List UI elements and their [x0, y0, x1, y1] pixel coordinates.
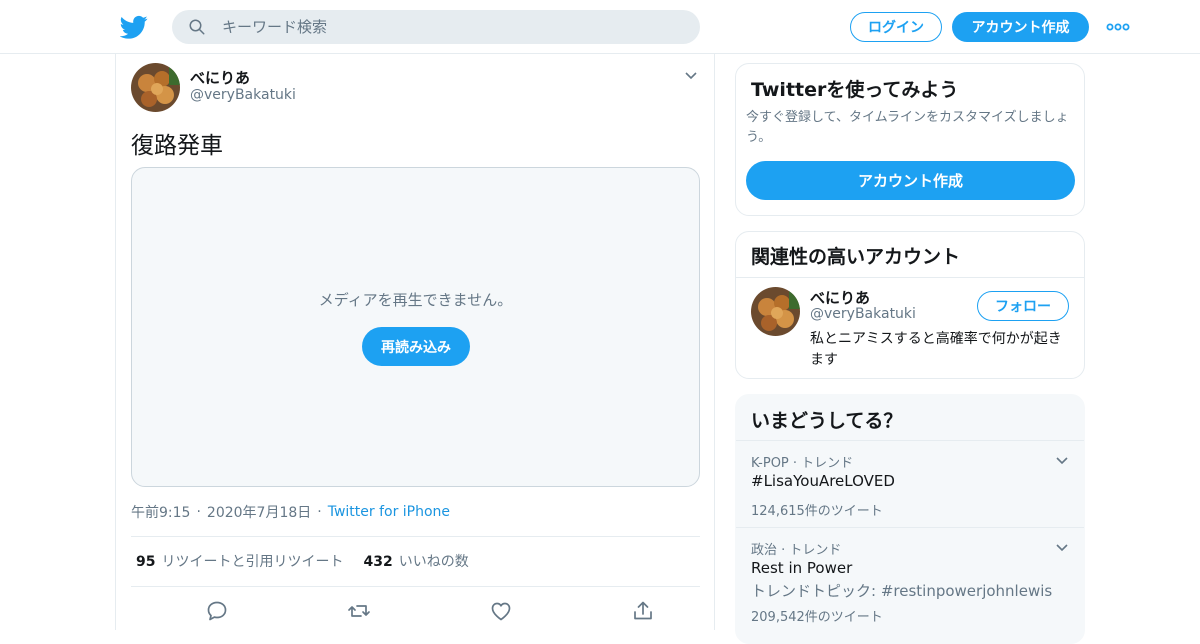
- media-player: メディアを再生できません。 再読み込み: [131, 167, 700, 487]
- author-handle[interactable]: @veryBakatuki: [190, 87, 296, 103]
- author-name[interactable]: べにりあ: [190, 67, 250, 88]
- chevron-down-icon[interactable]: [1054, 540, 1070, 556]
- create-account-button[interactable]: アカウント作成: [746, 161, 1075, 200]
- media-error-message: メディアを再生できません。: [318, 291, 513, 309]
- trend-item[interactable]: 政治 · トレンド Rest in Power トレンドトピック: #resti…: [736, 527, 1084, 643]
- reload-button[interactable]: 再読み込み: [362, 327, 470, 366]
- tweet-time[interactable]: 午前9:15: [131, 502, 190, 522]
- share-icon[interactable]: [631, 599, 655, 623]
- chevron-down-icon[interactable]: [683, 68, 699, 84]
- search-input[interactable]: [222, 10, 682, 44]
- tweet-source-link[interactable]: Twitter for iPhone: [328, 504, 450, 520]
- tweet-detail-column: べにりあ @veryBakatuki 復路発車 メディアを再生できません。 再読…: [115, 54, 715, 630]
- follow-button[interactable]: フォロー: [977, 291, 1069, 321]
- trend-tweet-count: 209,542件のツイート: [751, 610, 883, 625]
- divider: [736, 277, 1084, 278]
- like-count: 432: [363, 554, 393, 570]
- avatar[interactable]: [131, 63, 180, 112]
- signup-card-title: Twitterを使ってみよう: [751, 79, 959, 101]
- signup-button[interactable]: アカウント作成: [952, 12, 1089, 42]
- trend-item[interactable]: K-POP · トレンド #LisaYouAreLOVED 124,615件のツ…: [736, 440, 1084, 527]
- trend-context: K-POP · トレンド: [751, 456, 854, 471]
- retweet-icon[interactable]: [347, 599, 371, 623]
- divider: [131, 536, 700, 537]
- tweet-actions: [131, 599, 700, 623]
- like-stat[interactable]: 432 いいねの数: [363, 551, 468, 571]
- tweet-text: 復路発車: [131, 133, 223, 159]
- relevant-accounts-title: 関連性の高いアカウント: [751, 246, 961, 268]
- trend-name: Rest in Power: [751, 559, 853, 577]
- signup-prompt-card: Twitterを使ってみよう 今すぐ登録して、タイムラインをカスタマイズしましょ…: [735, 63, 1085, 216]
- account-name[interactable]: べにりあ: [810, 287, 870, 308]
- trend-context: 政治 · トレンド: [751, 543, 842, 558]
- trend-name: #LisaYouAreLOVED: [751, 472, 895, 490]
- search-bar[interactable]: [172, 10, 700, 44]
- trend-description: トレンドトピック: #restinpowerjohnlewis: [751, 582, 1053, 600]
- relevant-accounts-card: 関連性の高いアカウント べにりあ @veryBakatuki フォロー 私とニア…: [735, 231, 1085, 379]
- trends-title: いまどうしてる？: [751, 410, 903, 432]
- signup-card-description: 今すぐ登録して、タイムラインをカスタマイズしましょう。: [746, 110, 1069, 145]
- separator-dot: ·: [317, 504, 322, 520]
- account-handle[interactable]: @veryBakatuki: [810, 306, 916, 322]
- divider: [131, 586, 700, 587]
- separator-dot: ·: [196, 504, 201, 520]
- search-icon: [189, 19, 205, 35]
- like-label: いいねの数: [398, 554, 469, 570]
- trends-card: いまどうしてる？ K-POP · トレンド #LisaYouAreLOVED 1…: [735, 394, 1085, 644]
- tweet-stats: 95 リツイートと引用リツイート 432 いいねの数: [136, 551, 469, 571]
- chevron-down-icon[interactable]: [1054, 453, 1070, 469]
- tweet-date[interactable]: 2020年7月18日: [207, 502, 311, 522]
- avatar-image: [751, 287, 800, 336]
- retweet-stat[interactable]: 95 リツイートと引用リツイート: [136, 551, 343, 571]
- retweet-label: リツイートと引用リツイート: [161, 554, 344, 570]
- trend-tweet-count: 124,615件のツイート: [751, 504, 883, 519]
- avatar-image: [131, 63, 180, 112]
- top-navigation-bar: ログイン アカウント作成: [0, 0, 1200, 54]
- twitter-bird-icon[interactable]: [120, 13, 148, 41]
- like-heart-icon[interactable]: [489, 599, 513, 623]
- login-button[interactable]: ログイン: [850, 12, 942, 42]
- account-bio: 私とニアミスすると高確率で何かが起きます: [810, 331, 1062, 368]
- retweet-count: 95: [136, 554, 156, 570]
- reply-icon[interactable]: [205, 599, 229, 623]
- tweet-metadata: 午前9:15 · 2020年7月18日 · Twitter for iPhone: [131, 502, 450, 522]
- more-dots-icon[interactable]: [1106, 18, 1130, 36]
- avatar[interactable]: [751, 287, 800, 336]
